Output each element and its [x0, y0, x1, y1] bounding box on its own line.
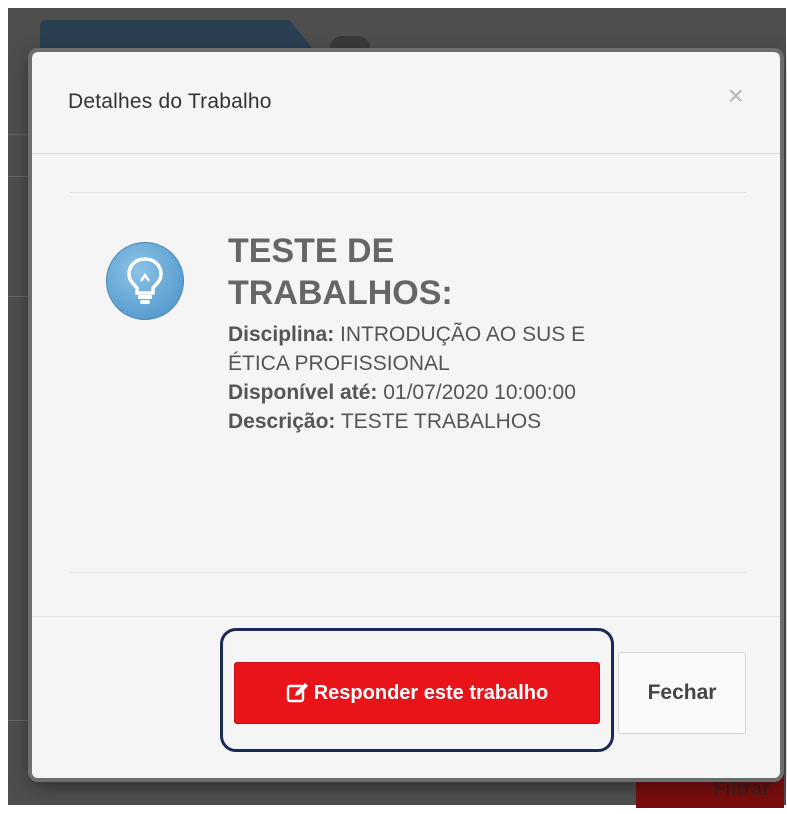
description-value: TESTE TRABALHOS [340, 410, 542, 433]
available-value: 01/07/2020 10:00:00 [383, 381, 576, 404]
modal-header: Detalhes do Trabalho × [32, 52, 780, 154]
task-details-modal: Detalhes do Trabalho × TESTE DE TRABALHO… [32, 52, 780, 778]
discipline-label: Disciplina: [228, 323, 335, 346]
lightbulb-icon [106, 242, 184, 320]
edit-icon [286, 683, 308, 703]
modal-title: Detalhes do Trabalho [68, 90, 272, 113]
lightbulb-glyph [127, 257, 163, 304]
respond-task-button[interactable]: Responder este trabalho [234, 662, 600, 724]
available-line: Disponível até: 01/07/2020 10:00:00 [228, 378, 628, 407]
close-button[interactable]: Fechar [618, 652, 746, 734]
respond-task-label: Responder este trabalho [313, 681, 549, 704]
available-label: Disponível até: [228, 381, 378, 404]
discipline-line: Disciplina: INTRODUÇÃO AO SUS E ÉTICA PR… [228, 320, 628, 378]
task-info: TESTE DE TRABALHOS: Disciplina: INTRODUÇ… [228, 230, 628, 436]
task-title: TESTE DE TRABALHOS: [228, 232, 453, 312]
filter-button-label: Filtrar [713, 777, 770, 800]
description-line: Descrição: TESTE TRABALHOS [228, 407, 628, 436]
close-icon[interactable]: × [728, 82, 744, 110]
divider [70, 192, 746, 193]
modal-body: TESTE DE TRABALHOS: Disciplina: INTRODUÇ… [32, 154, 780, 616]
divider [70, 572, 746, 573]
description-label: Descrição: [228, 410, 336, 433]
